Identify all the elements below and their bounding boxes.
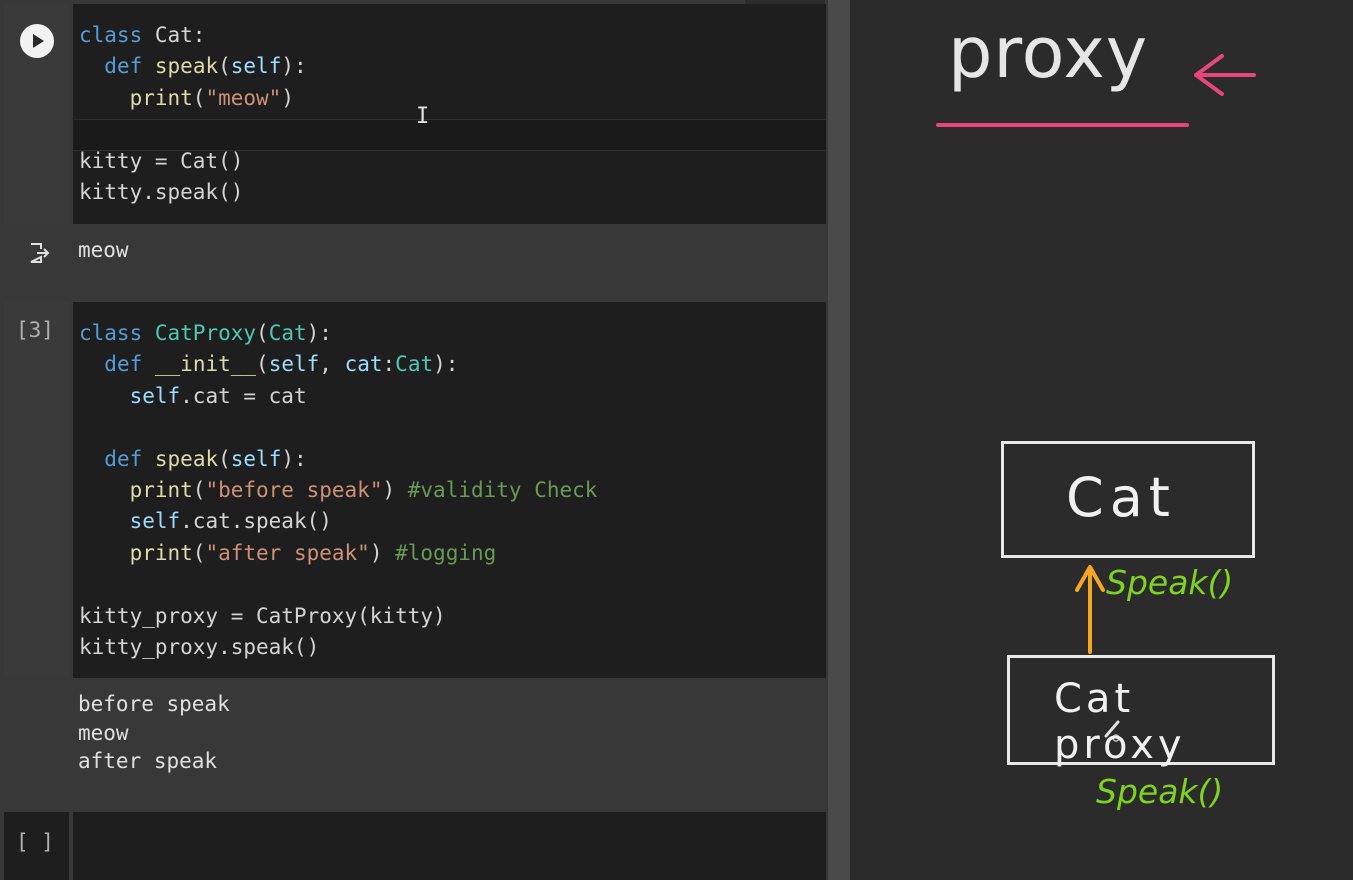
code-token: "meow" (205, 85, 282, 110)
code-text[interactable]: class Cat: def speak(self): print("meow"… (79, 20, 307, 208)
output-redirect-icon[interactable] (27, 241, 51, 265)
pink-arrow-icon (1194, 54, 1256, 96)
code-token: kitty.speak() (79, 180, 244, 205)
code-token: ): (281, 446, 307, 471)
code-token: , (319, 352, 345, 377)
code-token: class (79, 23, 143, 47)
code-token: self (129, 383, 181, 408)
code-cell-2[interactable]: [3] class CatProxy(Cat): def __init__(se… (4, 302, 826, 678)
code-token: "after speak" (205, 540, 370, 565)
code-token: "before speak" (205, 478, 383, 503)
code-token: .cat.speak() (180, 509, 332, 534)
notebook-panel: class Cat: def speak(self): print("meow"… (0, 0, 828, 880)
code-token: self (230, 54, 282, 79)
code-token: ) (382, 478, 408, 503)
code-token: kitty = Cat() (79, 148, 244, 173)
code-token: self (230, 446, 282, 471)
execution-count: [ ] (16, 830, 54, 854)
code-token: print (129, 478, 193, 503)
cell-gutter: [3] (4, 302, 69, 678)
code-token: ( (192, 478, 206, 503)
code-token: speak (154, 54, 219, 79)
cat-box-label: Cat (1066, 466, 1176, 529)
code-token: CatProxy (154, 321, 257, 345)
code-token: ( (192, 540, 206, 565)
code-token: .cat = cat (180, 383, 307, 408)
cell-2-output: before speak meow after speak (4, 678, 826, 812)
code-token: Cat: (142, 23, 206, 47)
code-token: cat (344, 352, 383, 377)
code-editor[interactable] (73, 812, 826, 880)
cell-1-output: meow (4, 224, 826, 282)
code-token: ) (369, 540, 396, 565)
code-token: kitty_proxy = CatProxy(kitty) (79, 603, 446, 628)
code-token: def (104, 54, 143, 79)
output-text: meow (78, 238, 129, 262)
code-token: #validity Check (407, 478, 598, 503)
cell-gutter: [ ] (4, 812, 69, 880)
code-token: ( (192, 85, 206, 110)
code-token: ): (306, 321, 332, 345)
code-token: ( (256, 352, 269, 377)
output-text: before speak meow after speak (78, 692, 230, 773)
code-token: ( (218, 446, 231, 471)
code-token: #logging (395, 540, 497, 565)
code-token: speak (154, 446, 219, 471)
code-token: Cat (268, 321, 307, 345)
code-token: print (129, 540, 193, 565)
execution-count: [3] (16, 318, 54, 342)
code-token: ): (281, 54, 307, 79)
cell-gutter (4, 4, 69, 224)
orange-arrow-icon (1075, 565, 1105, 654)
code-token: ( (218, 54, 231, 79)
code-token: def (104, 446, 143, 471)
code-token: ): (433, 352, 459, 377)
code-token: class (79, 321, 143, 345)
code-token: ) (281, 85, 294, 110)
code-cell-3[interactable]: [ ] (4, 812, 826, 880)
code-token: def (104, 352, 143, 377)
panel-divider[interactable] (828, 0, 850, 880)
cat-proxy-box: Cat proxy (1007, 655, 1275, 768)
code-token: kitty_proxy.speak() (79, 635, 320, 660)
code-token: : (382, 352, 396, 377)
code-token: self (129, 509, 181, 534)
code-editor[interactable]: class CatProxy(Cat): def __init__(self, … (73, 302, 826, 678)
code-token: Cat (395, 352, 434, 377)
code-token: __init__ (154, 352, 257, 377)
whiteboard-panel: proxy Cat Speak() Cat proxy Speak() (850, 0, 1353, 880)
cat-class-box: Cat (1001, 441, 1255, 558)
run-cell-button[interactable] (20, 24, 54, 58)
cat-proxy-box-label: Cat proxy (1054, 676, 1186, 768)
code-token: self (268, 352, 320, 377)
code-token: ( (256, 321, 269, 345)
speak-label-top: Speak() (1106, 563, 1234, 602)
code-text[interactable]: class CatProxy(Cat): def __init__(self, … (79, 318, 597, 663)
text-cursor-icon: I (416, 104, 430, 129)
code-editor[interactable]: class Cat: def speak(self): print("meow"… (73, 4, 826, 224)
speak-label-bottom: Speak() (1096, 772, 1224, 811)
code-cell-1[interactable]: class Cat: def speak(self): print("meow"… (4, 4, 826, 224)
code-token: print (129, 85, 193, 110)
